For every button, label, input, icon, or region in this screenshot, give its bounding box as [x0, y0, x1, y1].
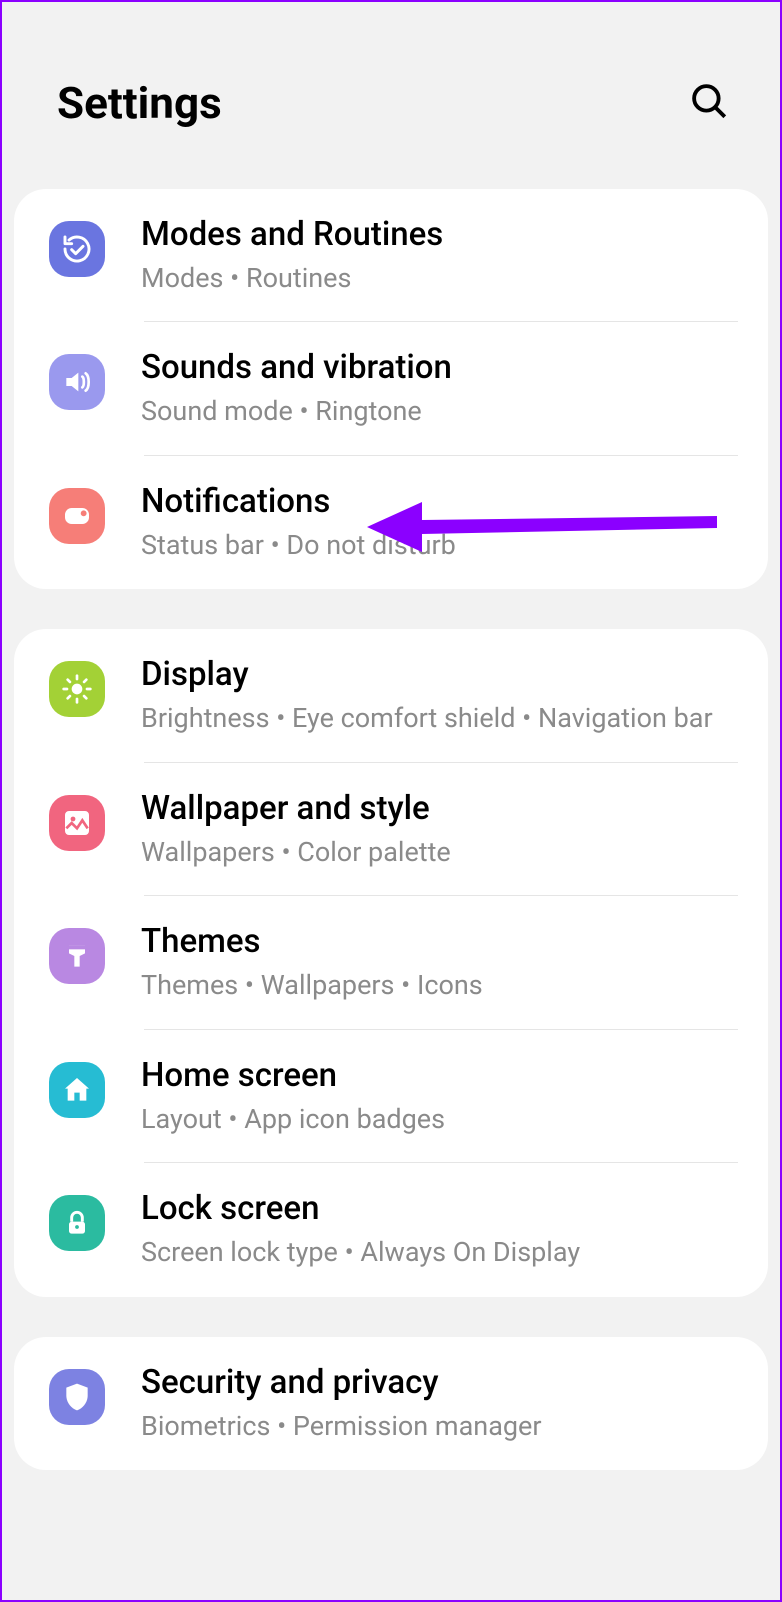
item-title: Sounds and vibration: [141, 348, 738, 387]
search-icon[interactable]: [688, 80, 730, 126]
item-subtitle: Screen lock type • Always On Display: [141, 1234, 738, 1270]
settings-item-home[interactable]: Home screen Layout • App icon badges: [14, 1030, 768, 1163]
settings-item-themes[interactable]: Themes Themes • Wallpapers • Icons: [14, 896, 768, 1029]
item-title: Home screen: [141, 1056, 738, 1095]
security-icon: [49, 1369, 105, 1425]
item-title: Display: [141, 655, 738, 694]
sounds-icon: [49, 354, 105, 410]
settings-item-lock[interactable]: Lock screen Screen lock type • Always On…: [14, 1163, 768, 1296]
item-title: Modes and Routines: [141, 215, 738, 254]
item-subtitle: Modes • Routines: [141, 260, 738, 296]
item-title: Security and privacy: [141, 1363, 738, 1402]
item-subtitle: Status bar • Do not disturb: [141, 527, 738, 563]
item-title: Themes: [141, 922, 738, 961]
notifications-icon: [49, 488, 105, 544]
home-screen-icon: [49, 1062, 105, 1118]
settings-section: Modes and Routines Modes • Routines Soun…: [14, 189, 768, 589]
settings-section: Display Brightness • Eye comfort shield …: [14, 629, 768, 1296]
item-subtitle: Layout • App icon badges: [141, 1101, 738, 1137]
item-subtitle: Brightness • Eye comfort shield • Naviga…: [141, 700, 738, 736]
themes-icon: [49, 928, 105, 984]
item-title: Notifications: [141, 482, 738, 521]
item-subtitle: Themes • Wallpapers • Icons: [141, 967, 738, 1003]
item-subtitle: Biometrics • Permission manager: [141, 1408, 738, 1444]
lock-screen-icon: [49, 1195, 105, 1251]
settings-section: Security and privacy Biometrics • Permis…: [14, 1337, 768, 1470]
modes-routines-icon: [49, 221, 105, 277]
settings-item-display[interactable]: Display Brightness • Eye comfort shield …: [14, 629, 768, 762]
settings-item-security[interactable]: Security and privacy Biometrics • Permis…: [14, 1337, 768, 1470]
settings-item-modes-routines[interactable]: Modes and Routines Modes • Routines: [14, 189, 768, 322]
settings-item-sounds[interactable]: Sounds and vibration Sound mode • Ringto…: [14, 322, 768, 455]
wallpaper-icon: [49, 795, 105, 851]
settings-item-wallpaper[interactable]: Wallpaper and style Wallpapers • Color p…: [14, 763, 768, 896]
settings-item-notifications[interactable]: Notifications Status bar • Do not distur…: [14, 456, 768, 589]
item-title: Wallpaper and style: [141, 789, 738, 828]
display-icon: [49, 661, 105, 717]
item-subtitle: Sound mode • Ringtone: [141, 393, 738, 429]
page-title: Settings: [57, 77, 222, 129]
item-title: Lock screen: [141, 1189, 738, 1228]
item-subtitle: Wallpapers • Color palette: [141, 834, 738, 870]
